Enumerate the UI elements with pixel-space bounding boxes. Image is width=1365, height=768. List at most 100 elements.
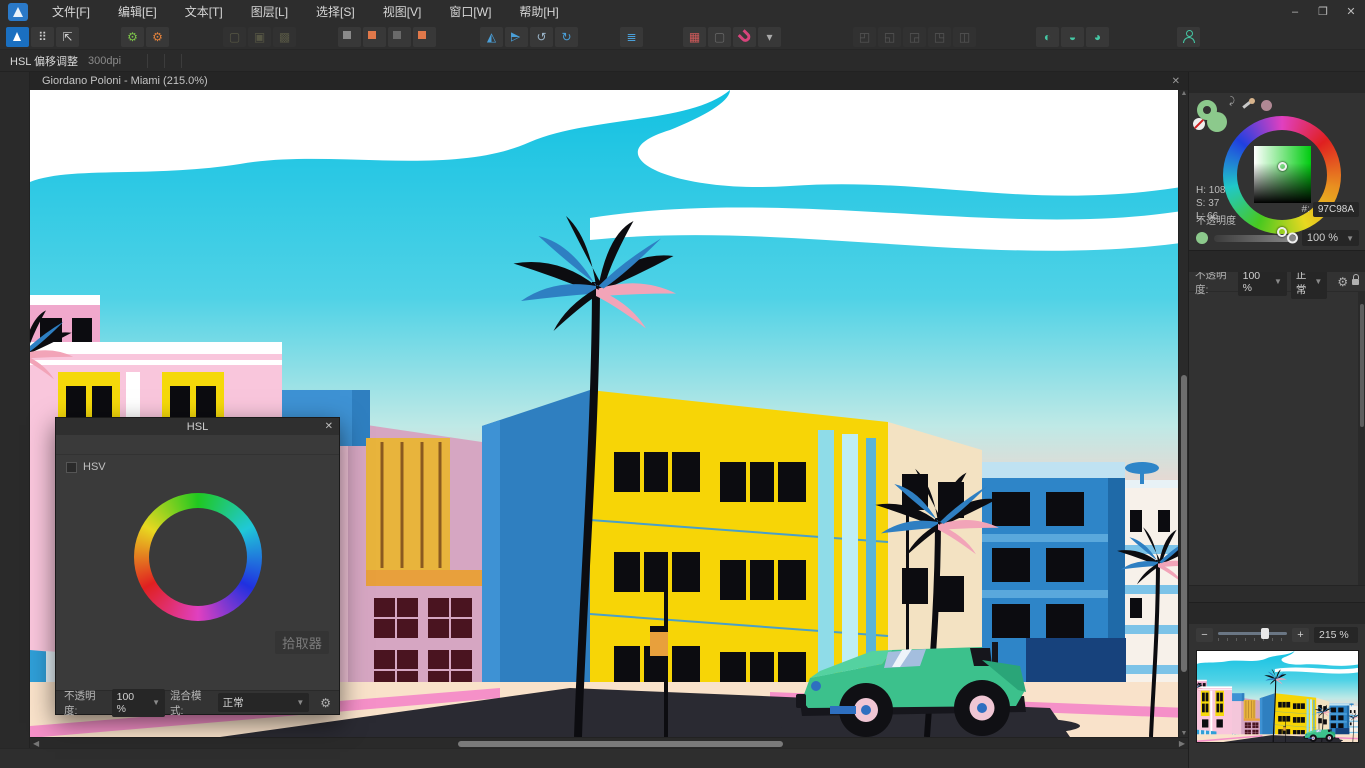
picker-button[interactable]: 拾取器 [275,631,329,654]
menu-item-2[interactable]: 文本[T] [171,0,237,24]
opacity-label: 不透明度: [64,688,107,718]
snapping-magnet-button[interactable] [733,27,756,47]
show-margins-button[interactable]: ▣ [248,27,271,47]
snap-options-button[interactable]: ▢ [708,27,731,47]
restore-button[interactable]: ❐ [1309,0,1337,24]
menu-item-6[interactable]: 窗口[W] [435,0,505,24]
clip-canvas-button[interactable]: ▢ [223,27,246,47]
layers-lock-icon[interactable] [1352,279,1359,285]
rotate-clockwise-button[interactable]: ↻ [555,27,578,47]
menu-item-7[interactable]: 帮助[H] [505,0,572,24]
move-to-front-button[interactable] [413,27,436,47]
account-person-button[interactable] [1177,27,1200,47]
snap-to-grid-button[interactable]: ▦ [683,27,706,47]
designer-persona-icon [9,29,26,44]
toolbar-group-personas: ⠿⇱ [6,27,81,47]
insert-inside-button[interactable]: ◒ [1061,27,1084,47]
navigator-thumbnail[interactable] [1196,650,1359,743]
app-preferences-gear-button[interactable]: ⚙ [146,27,169,47]
opacity-slider-thumb[interactable] [1287,233,1298,244]
export-persona-button[interactable]: ⇱ [56,27,79,47]
dpi-label: 300dpi [88,55,139,67]
window-controls: – ❐ ✕ [1281,0,1365,24]
fill-stroke-selector[interactable]: ⤸ [1197,100,1233,136]
saturation-lightness-square[interactable] [1254,146,1311,203]
designer-persona-button[interactable] [6,27,29,47]
move-to-back-button[interactable] [338,27,361,47]
toolbar-group-insert: ◐ ◒◕ [1036,27,1111,47]
toolbar-group-arrange [338,27,438,47]
boolean-combine-button[interactable]: ◫ [953,27,976,47]
flip-vertical-button[interactable]: ◭ [505,27,528,47]
zoom-in-button[interactable]: + [1292,628,1309,642]
toolbar-group-settings: ⚙⚙ [121,27,171,47]
no-color-icon[interactable] [1193,118,1205,130]
swap-colors-icon[interactable]: ⤸ [1229,96,1235,107]
export-persona-icon: ⇱ [62,31,72,43]
blend-mode-dropdown[interactable]: 正常▼ [218,693,310,712]
boolean-add-button[interactable]: ◰ [853,27,876,47]
flip-vertical-icon: ◭ [510,32,522,41]
vertical-scrollbar[interactable]: ▲ ▼ [1178,90,1188,737]
stroke-color-swatch[interactable] [1197,100,1217,120]
zoom-slider-thumb[interactable] [1261,628,1269,639]
menu-item-1[interactable]: 编辑[E] [104,0,171,24]
affinity-designer-window: 文件[F]编辑[E]文本[T]图层[L]选择[S]视图[V]窗口[W]帮助[H]… [0,0,1365,768]
context-toolbar: HSL 偏移调整 300dpi [0,50,1365,72]
navigator-panel: − + 215 % [1189,602,1365,768]
alignment-options-button[interactable]: ≣ [620,27,643,47]
layers-settings-gear-icon[interactable]: ⚙ [1337,275,1348,289]
hsv-checkbox[interactable] [66,462,77,473]
move-forward-one-button[interactable] [388,27,411,47]
zoom-out-button[interactable]: − [1196,628,1213,642]
insert-behind-button[interactable]: ◐ [1036,27,1059,47]
move-back-one-button[interactable] [363,27,386,47]
hsl-dialog: HSL ✕ HSV 拾取器 不透明度: 100 %▼ 混合模式: 正常▼ ⚙ [55,417,340,715]
snapping-dropdown-button[interactable]: ▾ [758,27,781,47]
move-forward-one-icon [393,31,407,43]
menu-item-3[interactable]: 图层[L] [237,0,302,24]
insert-on-top-button[interactable]: ◕ [1086,27,1109,47]
boolean-divide-button[interactable]: ◳ [928,27,951,47]
layers-scrollbar-thumb[interactable] [1360,304,1364,427]
menu-items: 文件[F]编辑[E]文本[T]图层[L]选择[S]视图[V]窗口[W]帮助[H] [38,0,573,24]
snap-options-icon: ▢ [714,31,725,43]
menu-item-0[interactable]: 文件[F] [38,0,104,24]
insert-behind-icon: ◐ [1044,31,1051,43]
hue-ring[interactable] [134,493,262,621]
document-setup-gear-button[interactable]: ⚙ [121,27,144,47]
color-square-cursor[interactable] [1278,162,1287,171]
layers-scrollbar[interactable] [1358,292,1365,585]
hue-wheel-thumb[interactable] [1277,227,1287,237]
eyedropper-icon[interactable] [1241,98,1255,112]
move-to-back-icon [343,31,357,43]
pixel-persona-button[interactable]: ⠿ [31,27,54,47]
hsl-dialog-titlebar[interactable]: HSL ✕ [56,418,339,435]
vertical-scrollbar-thumb[interactable] [1181,375,1187,673]
color-opacity-dropdown[interactable]: 100 %▼ [1302,230,1359,246]
menu-item-5[interactable]: 视图[V] [369,0,436,24]
dialog-settings-gear-icon[interactable]: ⚙ [320,696,331,710]
zoom-value-input[interactable]: 215 % [1314,627,1358,643]
main-toolbar: ⠿⇱⚙⚙▢▣▩◭◭↺↻≣▦▢▾◰◱◲◳◫◐◒◕ [0,24,1365,50]
boolean-subtract-button[interactable]: ◱ [878,27,901,47]
layer-list [1189,292,1365,585]
close-button[interactable]: ✕ [1337,0,1365,24]
hsv-label: HSV [83,461,106,473]
hsl-close-icon[interactable]: ✕ [325,418,333,435]
rotate-counterclockwise-button[interactable]: ↺ [530,27,553,47]
boolean-intersect-button[interactable]: ◲ [903,27,926,47]
horizontal-scrollbar-thumb[interactable] [458,741,782,747]
recent-color-swatch[interactable] [1261,100,1272,111]
right-panel-column: ⤸ H: 108 S: 37 L: 66 #: 97C98A 不透明度 [1188,72,1365,768]
hsl-dialog-title: HSL [187,421,208,433]
minimize-button[interactable]: – [1281,0,1309,24]
show-rotation-button[interactable]: ▩ [273,27,296,47]
zoom-slider[interactable] [1218,628,1287,642]
flip-horizontal-button[interactable]: ◭ [480,27,503,47]
menu-item-4[interactable]: 选择[S] [302,0,369,24]
opacity-dropdown[interactable]: 100 %▼ [112,689,165,717]
document-close-icon[interactable]: ✕ [1172,76,1188,87]
document-tab[interactable]: Giordano Poloni - Miami (215.0%) [30,75,208,87]
horizontal-scrollbar[interactable]: ◀ ▶ [30,737,1188,748]
